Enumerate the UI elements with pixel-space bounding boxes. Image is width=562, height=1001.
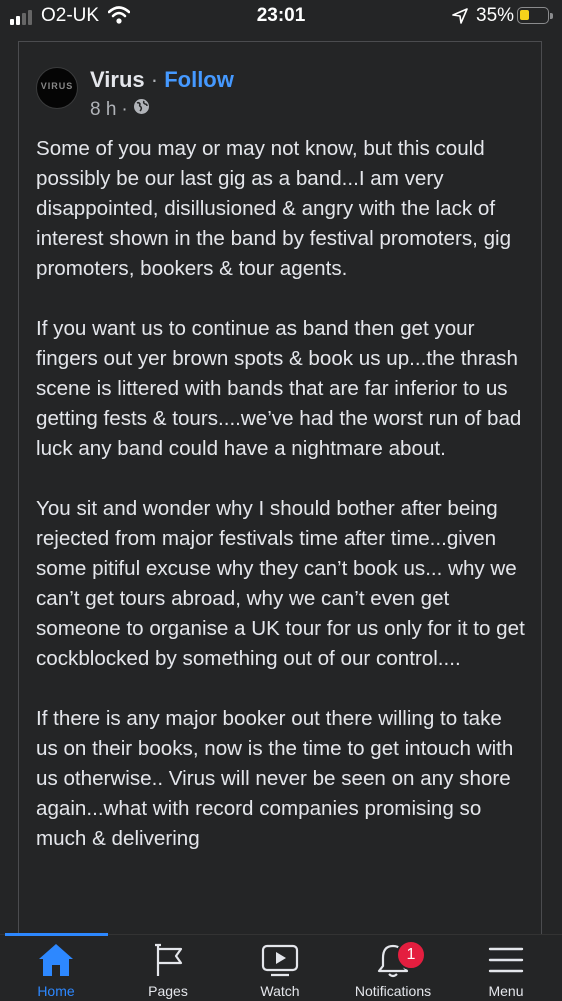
follow-button[interactable]: Follow — [164, 67, 234, 92]
post-paragraph: Some of you may or may not know, but thi… — [36, 137, 512, 280]
home-icon — [0, 942, 112, 978]
post-meta: 8 h · — [90, 98, 150, 121]
status-bar: O2-UK 23:01 35% — [0, 0, 562, 34]
post-timestamp[interactable]: 8 h — [90, 99, 116, 121]
post-header: Virus · Follow — [90, 67, 234, 93]
tab-home[interactable]: Home — [0, 934, 112, 1000]
globe-icon — [133, 98, 150, 121]
play-icon — [224, 942, 336, 978]
tab-watch[interactable]: Watch — [224, 934, 336, 1000]
tab-notifications[interactable]: Notifications — [337, 934, 449, 1000]
bell-icon — [337, 942, 449, 978]
tab-menu[interactable]: Menu — [450, 934, 562, 1000]
author-name[interactable]: Virus — [90, 67, 145, 92]
tab-label: Menu — [488, 983, 524, 999]
post-paragraph: If there is any major booker out there w… — [36, 707, 514, 850]
post-paragraph: You sit and wonder why I should bother a… — [36, 497, 525, 670]
hamburger-icon — [450, 942, 562, 978]
tab-label: Home — [37, 983, 75, 999]
header-separator: · — [150, 67, 159, 92]
tab-label: Notifications — [354, 983, 432, 999]
post-body: Some of you may or may not know, but thi… — [36, 134, 526, 884]
flag-icon — [112, 942, 224, 978]
band-logo-avatar[interactable]: VIRUS — [36, 67, 78, 109]
tab-pages[interactable]: Pages — [112, 934, 224, 1000]
battery-icon — [517, 7, 553, 24]
tab-label: Watch — [260, 983, 300, 999]
notifications-badge: 1 — [396, 940, 426, 970]
post-paragraph: If you want us to continue as band then … — [36, 317, 522, 460]
battery-percent: 35% — [476, 5, 515, 26]
location-arrow-icon — [452, 8, 468, 29]
meta-separator: · — [121, 98, 128, 120]
tab-label: Pages — [148, 983, 188, 999]
